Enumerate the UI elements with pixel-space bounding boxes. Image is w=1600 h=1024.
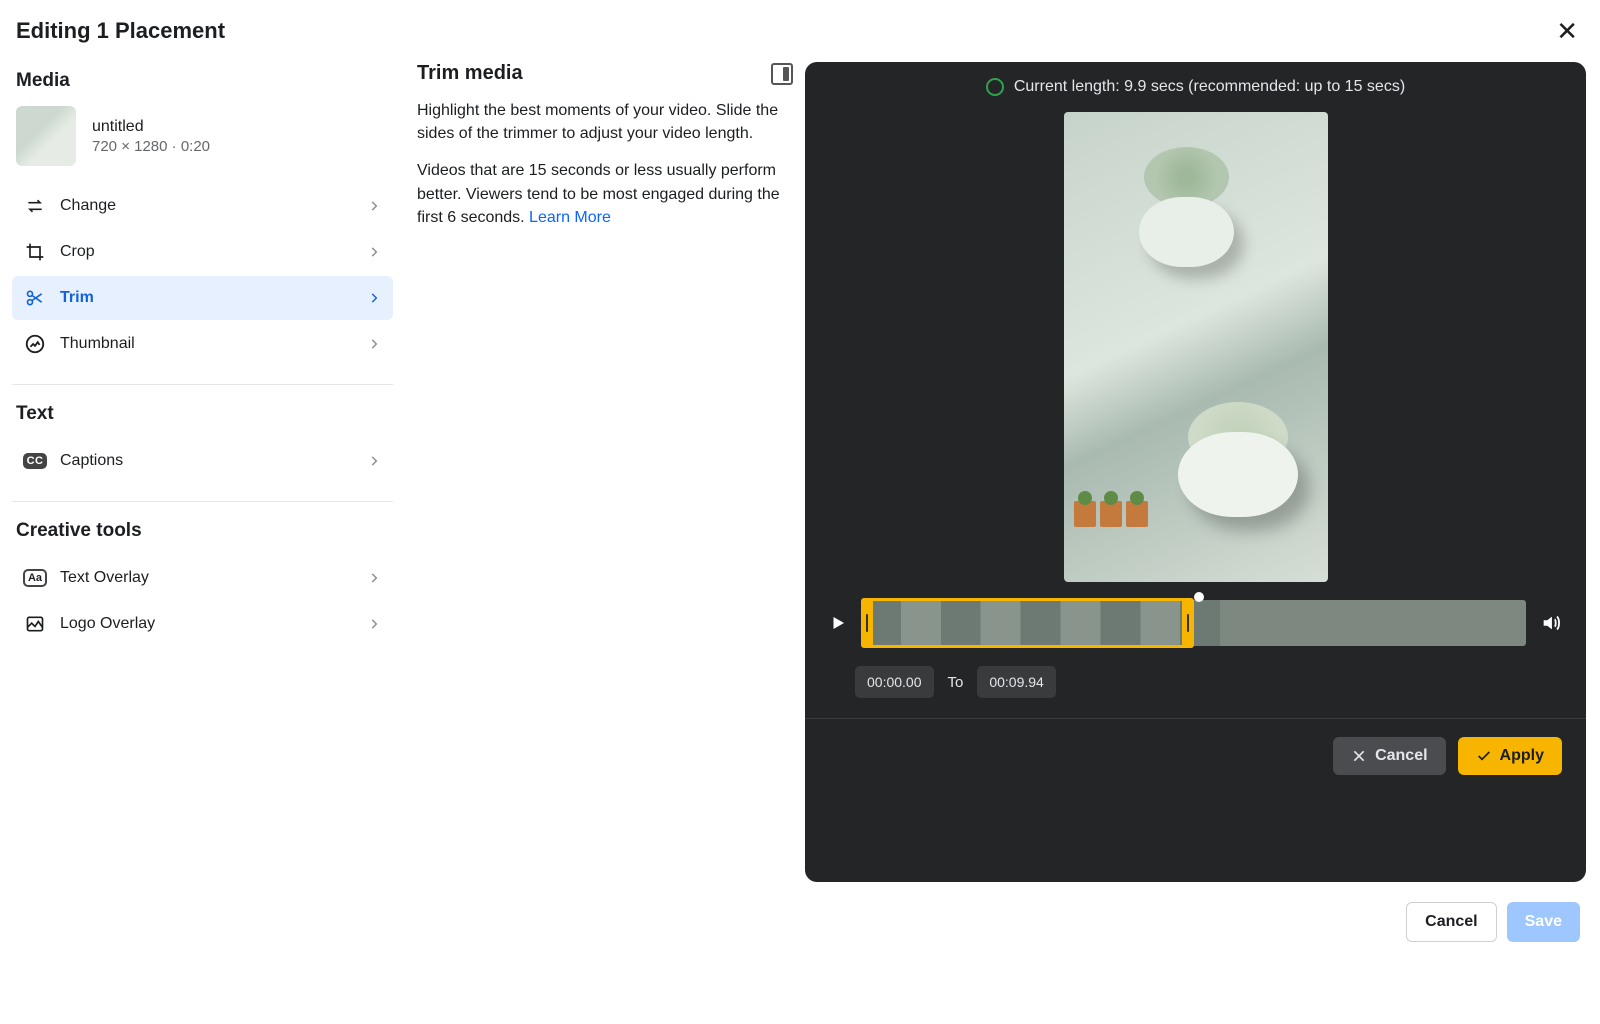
dialog-cancel-button[interactable]: Cancel <box>1406 902 1496 942</box>
length-text: Current length: 9.9 secs (recommended: u… <box>1014 78 1405 96</box>
sidebar-item-label: Crop <box>60 243 95 261</box>
video-preview <box>1064 112 1328 582</box>
sidebar-item-trim[interactable]: Trim <box>12 276 393 320</box>
crop-icon <box>24 241 46 263</box>
sidebar-item-change[interactable]: Change <box>12 184 393 228</box>
swap-icon <box>24 195 46 217</box>
sidebar-item-label: Captions <box>60 452 123 470</box>
text-section-title: Text <box>16 403 393 425</box>
panel-description-1: Highlight the best moments of your video… <box>417 99 793 145</box>
image-icon <box>24 613 46 635</box>
to-label: To <box>948 674 964 691</box>
close-icon[interactable]: ✕ <box>1550 12 1584 50</box>
trim-selection <box>861 598 1194 648</box>
sidebar-item-label: Trim <box>60 289 94 307</box>
thumbnail-icon <box>24 333 46 355</box>
clock-icon <box>986 78 1004 96</box>
chevron-right-icon <box>367 337 381 351</box>
collapse-panel-icon[interactable] <box>771 63 793 85</box>
sidebar-item-text-overlay[interactable]: Aa Text Overlay <box>12 556 393 600</box>
divider <box>12 384 393 385</box>
scissors-icon <box>24 287 46 309</box>
play-button[interactable] <box>823 614 853 632</box>
tools-section-title: Creative tools <box>16 520 393 542</box>
trim-from-input[interactable]: 00:00.00 <box>855 666 934 698</box>
media-section-title: Media <box>16 70 393 92</box>
captions-icon: CC <box>24 450 46 472</box>
trim-handle-start[interactable] <box>861 601 873 645</box>
media-name: untitled <box>92 118 210 136</box>
trim-apply-button[interactable]: Apply <box>1458 737 1562 775</box>
chevron-right-icon <box>367 291 381 305</box>
panel-description-2: Videos that are 15 seconds or less usual… <box>417 159 793 229</box>
sidebar-item-crop[interactable]: Crop <box>12 230 393 274</box>
timeline-scrubber[interactable] <box>861 600 1526 646</box>
text-overlay-icon: Aa <box>24 567 46 589</box>
sidebar-item-label: Text Overlay <box>60 569 149 587</box>
panel-title: Trim media <box>417 62 523 85</box>
trim-to-input[interactable]: 00:09.94 <box>977 666 1056 698</box>
sidebar-item-label: Thumbnail <box>60 335 135 353</box>
dialog-save-button[interactable]: Save <box>1507 902 1580 942</box>
sidebar: Media untitled 720 × 1280 · 0:20 Change … <box>0 62 405 882</box>
chevron-right-icon <box>367 571 381 585</box>
check-icon <box>1476 748 1492 764</box>
media-info: untitled 720 × 1280 · 0:20 <box>12 106 393 166</box>
chevron-right-icon <box>367 617 381 631</box>
detail-panel: Trim media Highlight the best moments of… <box>405 62 805 882</box>
sidebar-item-label: Change <box>60 197 116 215</box>
media-meta: 720 × 1280 · 0:20 <box>92 138 210 155</box>
dialog-title: Editing 1 Placement <box>16 18 225 44</box>
x-icon <box>1351 748 1367 764</box>
sidebar-item-thumbnail[interactable]: Thumbnail <box>12 322 393 366</box>
chevron-right-icon <box>367 245 381 259</box>
volume-icon[interactable] <box>1534 612 1568 634</box>
chevron-right-icon <box>367 199 381 213</box>
media-thumbnail <box>16 106 76 166</box>
chevron-right-icon <box>367 454 381 468</box>
divider <box>12 501 393 502</box>
sidebar-item-captions[interactable]: CC Captions <box>12 439 393 483</box>
sidebar-item-logo-overlay[interactable]: Logo Overlay <box>12 602 393 646</box>
learn-more-link[interactable]: Learn More <box>529 209 611 226</box>
playhead[interactable] <box>1194 592 1204 602</box>
trim-cancel-button[interactable]: Cancel <box>1333 737 1445 775</box>
sidebar-item-label: Logo Overlay <box>60 615 155 633</box>
preview-panel: Current length: 9.9 secs (recommended: u… <box>805 62 1586 882</box>
trim-handle-end[interactable] <box>1182 601 1194 645</box>
